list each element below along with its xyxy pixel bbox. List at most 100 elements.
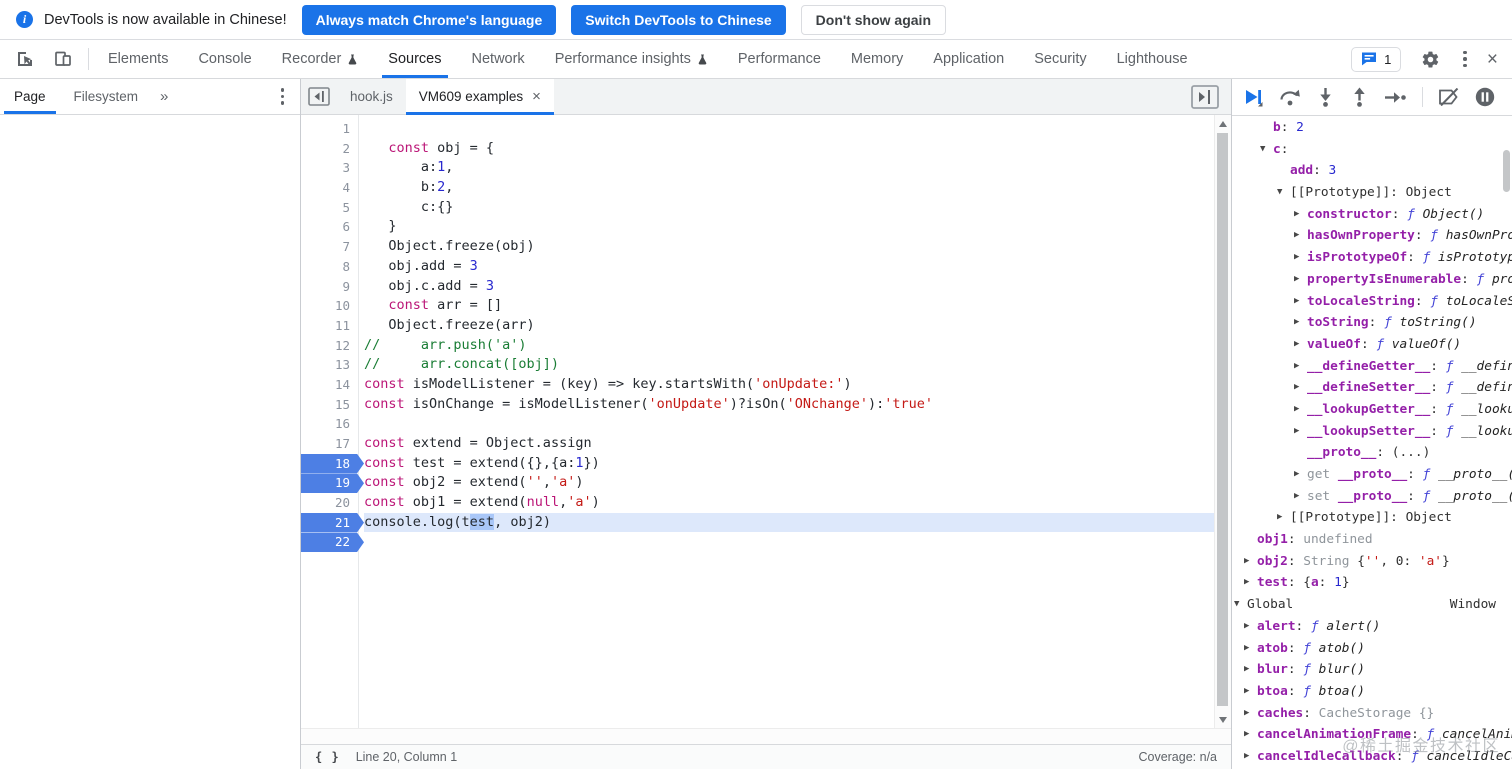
code-text[interactable] [364,119,1214,139]
chevron-right-icon[interactable]: ▶ [1294,247,1299,269]
step-over-icon[interactable] [1279,88,1301,107]
scope-row[interactable]: ▶ alert: ƒ alert() [1232,616,1512,638]
scope-row[interactable]: ▶ valueOf: ƒ valueOf() [1232,334,1512,356]
settings-gear-icon[interactable] [1417,46,1443,72]
scope-row[interactable]: ▶__lookupSetter__: ƒ __lookupSetter__() [1232,421,1512,443]
breakpoint-marker[interactable]: 21 [301,512,364,533]
tab-console[interactable]: Console [183,40,266,78]
tab-sources[interactable]: Sources [373,40,456,78]
navigator-tab-page[interactable]: Page [0,79,60,114]
file-tab-vm609-examples[interactable]: VM609 examples × [405,79,554,115]
scope-row[interactable]: ▶cancelAnimationFrame: ƒ cancelAnimation… [1232,724,1512,746]
code-text[interactable]: a:1, [364,158,1214,178]
dont-show-again-button[interactable]: Don't show again [800,4,947,35]
line-number[interactable]: 6 [301,217,364,237]
tab-performance-insights[interactable]: Performance insights [540,40,723,78]
pretty-print-button[interactable]: { } [315,750,340,764]
scroll-up-arrow-icon[interactable] [1215,116,1231,132]
device-toolbar-icon[interactable] [50,46,76,72]
code-text[interactable]: const obj = { [364,139,1214,159]
tab-performance[interactable]: Performance [723,40,836,78]
line-number[interactable]: 11 [301,316,364,336]
line-number[interactable]: 5 [301,198,364,218]
code-text[interactable]: const obj1 = extend(null,'a') [364,493,1214,513]
tab-elements[interactable]: Elements [93,40,183,78]
line-number[interactable]: 1 [301,119,364,139]
line-number[interactable]: 2 [301,139,364,159]
chevron-right-icon[interactable]: ▶ [1244,746,1249,768]
chevron-down-icon[interactable]: ▼ [1260,139,1265,161]
chevron-right-icon[interactable]: ▶ [1294,486,1299,508]
scope-row[interactable]: ▶ test: {a: 1} [1232,572,1512,594]
chevron-right-icon[interactable]: ▶ [1244,638,1249,660]
tab-lighthouse[interactable]: Lighthouse [1102,40,1203,78]
chevron-right-icon[interactable]: ▶ [1294,399,1299,421]
navigator-kebab-icon[interactable] [277,84,289,109]
step-out-icon[interactable] [1350,87,1369,107]
line-number[interactable]: 3 [301,158,364,178]
code-text[interactable] [364,532,1214,552]
line-number[interactable]: 12 [301,336,364,356]
scope-row[interactable]: ▶ hasOwnProperty: ƒ hasOwnProperty() [1232,225,1512,247]
tab-application[interactable]: Application [918,40,1019,78]
code-editor[interactable]: 12 const obj = {3 a:1, 4 b:2, 5 c:{} 6 } 7 O… [301,115,1231,728]
chevron-down-icon[interactable]: ▼ [1277,182,1282,204]
breakpoint-marker[interactable]: 22 [301,532,364,553]
code-text[interactable]: const isModelListener = (key) => key.sta… [364,375,1214,395]
scope-row[interactable]: ▼ Global Window [1232,594,1512,616]
chevron-right-icon[interactable]: ▶ [1244,681,1249,703]
more-tabs-chevron[interactable]: » [152,88,176,105]
deactivate-breakpoints-icon[interactable] [1438,88,1460,106]
hide-navigator-icon[interactable] [301,79,337,114]
code-text[interactable]: c:{} [364,198,1214,218]
scope-row[interactable]: ▼ c: [1232,139,1512,161]
step-into-icon[interactable] [1316,87,1335,107]
scope-row[interactable]: ▶__defineGetter__: ƒ __defineGetter__() [1232,356,1512,378]
code-text[interactable]: b:2, [364,178,1214,198]
code-text[interactable]: const arr = [] [364,296,1214,316]
navigator-tab-filesystem[interactable]: Filesystem [60,79,153,114]
code-text[interactable]: Object.freeze(arr) [364,316,1214,336]
code-text[interactable]: } [364,217,1214,237]
chevron-right-icon[interactable]: ▶ [1277,507,1282,529]
scope-row[interactable]: ▶ blur: ƒ blur() [1232,659,1512,681]
chevron-right-icon[interactable]: ▶ [1294,312,1299,334]
scope-row[interactable]: ▶set __proto__: ƒ __proto__() [1232,486,1512,508]
line-number[interactable]: 7 [301,237,364,257]
line-number[interactable]: 4 [301,178,364,198]
line-number[interactable]: 14 [301,375,364,395]
code-text[interactable]: const test = extend({},{a:1}) [364,454,1214,474]
scope-row[interactable]: ▶ caches: CacheStorage {} [1232,703,1512,725]
code-text[interactable]: Object.freeze(obj) [364,237,1214,257]
code-text[interactable]: obj.add = 3 [364,257,1214,277]
line-number[interactable]: 10 [301,296,364,316]
tab-security[interactable]: Security [1019,40,1101,78]
scope-row[interactable]: ▶__defineSetter__: ƒ __defineSetter__() [1232,377,1512,399]
scope-row[interactable]: ▼ [[Prototype]]: Object [1232,182,1512,204]
scope-row[interactable]: ▶__lookupGetter__: ƒ __lookupGetter__() [1232,399,1512,421]
sidebar-scrollbar-thumb[interactable] [1503,150,1510,192]
chevron-right-icon[interactable]: ▶ [1244,572,1249,594]
code-text[interactable]: // arr.concat([obj]) [364,355,1214,375]
chevron-right-icon[interactable]: ▶ [1244,616,1249,638]
code-text[interactable] [364,414,1214,434]
close-devtools-icon[interactable]: × [1487,50,1498,69]
editor-horizontal-scrollbar[interactable] [301,728,1231,744]
chevron-right-icon[interactable]: ▶ [1294,377,1299,399]
chevron-right-icon[interactable]: ▶ [1294,464,1299,486]
line-number[interactable]: 15 [301,395,364,415]
scope-row[interactable]: __proto__: (...) [1232,442,1512,464]
tab-recorder[interactable]: Recorder [267,40,374,78]
chevron-right-icon[interactable]: ▶ [1244,551,1249,573]
pause-on-exceptions-icon[interactable] [1475,87,1495,107]
line-number[interactable]: 8 [301,257,364,277]
chevron-right-icon[interactable]: ▶ [1294,421,1299,443]
chevron-right-icon[interactable]: ▶ [1294,291,1299,313]
code-text[interactable]: console.log(test, obj2) [364,512,1214,533]
line-number[interactable]: 9 [301,277,364,297]
line-number[interactable]: 13 [301,355,364,375]
breakpoint-marker[interactable]: 18 [301,453,364,474]
scrollbar-thumb[interactable] [1217,133,1228,706]
chevron-right-icon[interactable]: ▶ [1294,225,1299,247]
chevron-right-icon[interactable]: ▶ [1294,204,1299,226]
